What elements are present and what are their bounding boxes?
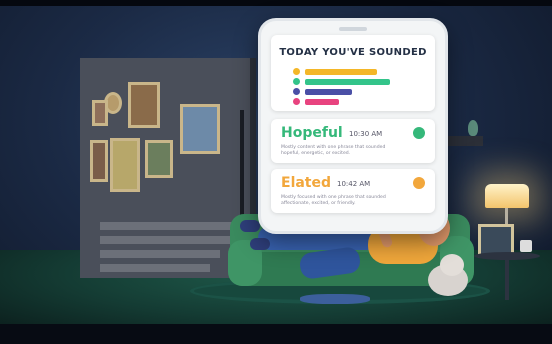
stair-step	[100, 236, 230, 244]
bottom-border	[0, 324, 552, 344]
mood-description: Mostly focused with one phrase that soun…	[281, 195, 386, 206]
mood-dot-icon	[293, 98, 300, 105]
mood-name: Hopeful	[281, 125, 343, 141]
wall-frame	[180, 104, 220, 154]
mood-card[interactable]: Elated 10:42 AM Mostly focused with one …	[271, 169, 435, 213]
wall-frame	[92, 100, 108, 126]
stair-rail	[240, 110, 244, 220]
stair-step	[100, 222, 240, 230]
stair-step	[100, 264, 210, 272]
side-table-leg	[505, 258, 509, 300]
summary-title: TODAY YOU'VE SOUNDED	[279, 47, 427, 58]
stair-step	[100, 250, 220, 258]
mood-time: 10:30 AM	[349, 130, 383, 138]
blanket	[300, 294, 370, 304]
sounded-summary-card[interactable]: TODAY YOU'VE SOUNDED	[271, 35, 435, 111]
phone-screen: TODAY YOU'VE SOUNDED Hopeful 10:30 AM Mo…	[258, 18, 448, 234]
top-border	[0, 0, 552, 6]
mood-dot-icon	[293, 68, 300, 75]
mood-bar	[305, 69, 377, 75]
wall-frame	[128, 82, 160, 128]
shelf-plant	[468, 120, 478, 136]
lamp-shade	[485, 184, 529, 208]
mood-bar	[305, 79, 390, 85]
wall-frame	[145, 140, 173, 178]
shoe	[250, 238, 270, 250]
mood-bar	[305, 99, 339, 105]
mood-dot-icon	[293, 88, 300, 95]
mood-time: 10:42 AM	[337, 180, 371, 188]
grin-face-icon	[413, 177, 425, 189]
wall-frame	[110, 138, 140, 192]
mug	[520, 240, 532, 252]
mood-card[interactable]: Hopeful 10:30 AM Mostly content with one…	[271, 119, 435, 163]
mood-description: Mostly content with one phrase that soun…	[281, 145, 386, 156]
mood-dot-icon	[293, 78, 300, 85]
dog-head	[440, 254, 464, 276]
mood-name: Elated	[281, 175, 332, 191]
stairs	[100, 222, 240, 278]
shoe	[240, 220, 260, 232]
smile-face-icon	[413, 127, 425, 139]
scene: TODAY YOU'VE SOUNDED Hopeful 10:30 AM Mo…	[0, 0, 552, 344]
mood-bar	[305, 89, 352, 95]
wall-frame	[90, 140, 108, 182]
phone-notch	[339, 27, 367, 31]
